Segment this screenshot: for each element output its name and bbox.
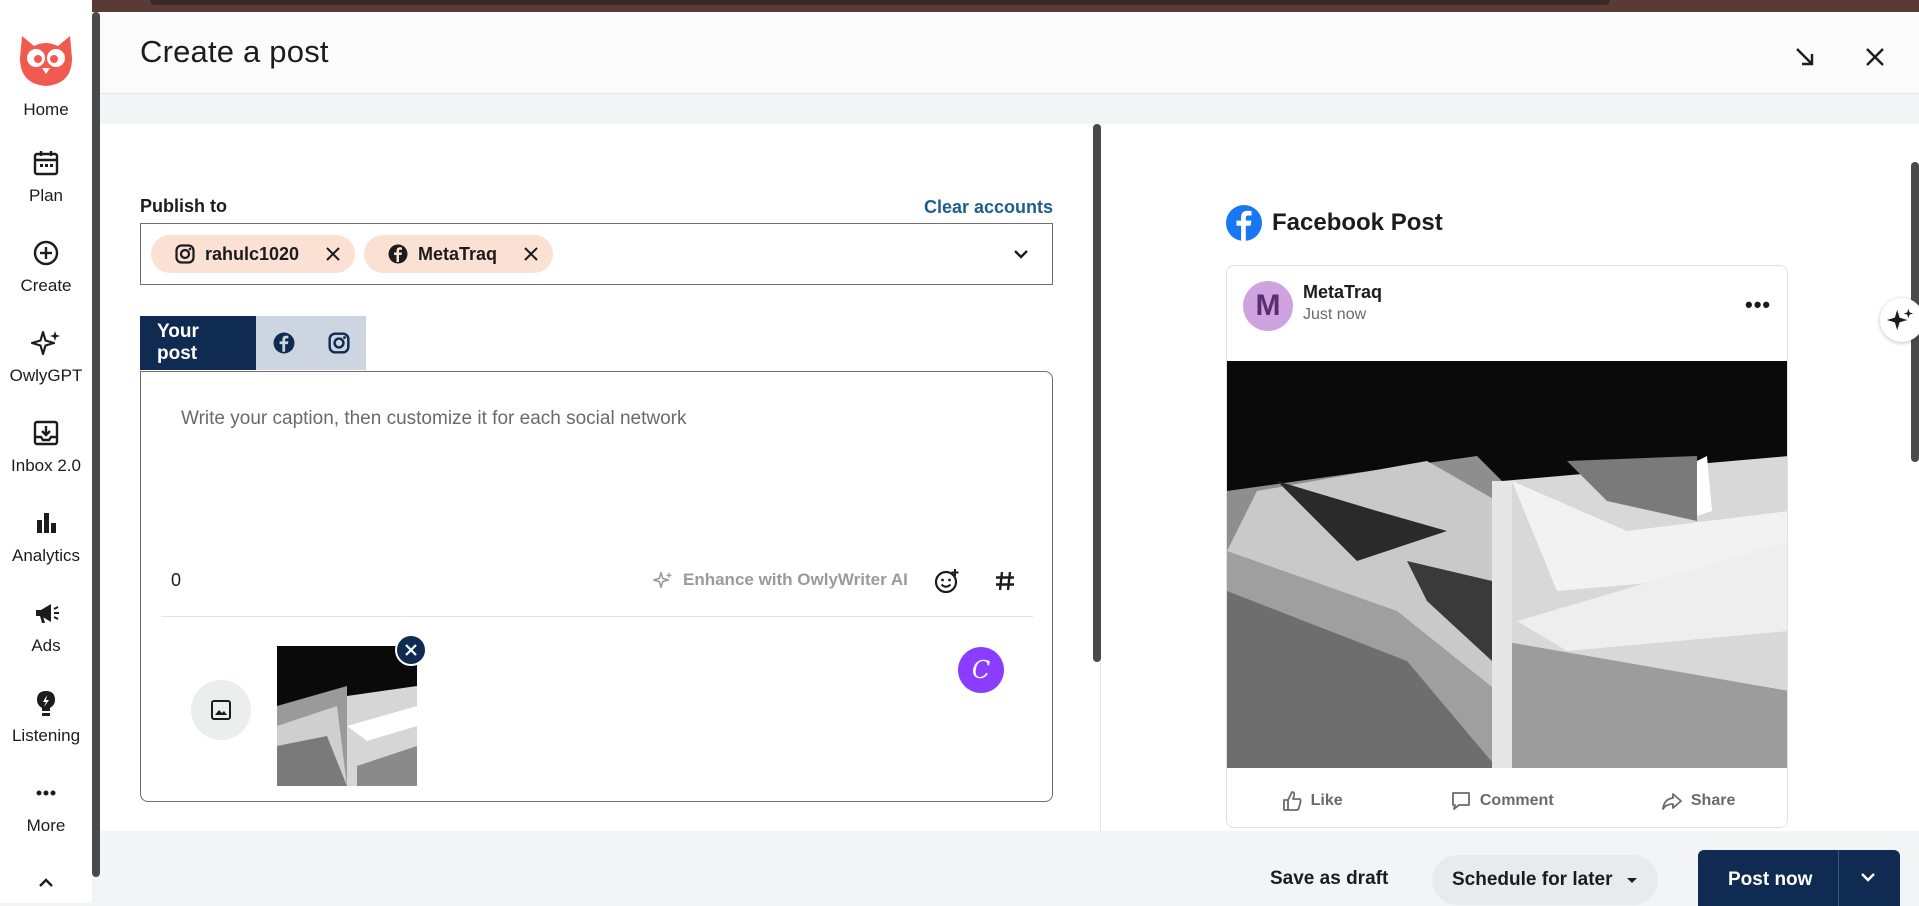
- sidebar-scrollbar[interactable]: [92, 12, 100, 877]
- enhance-owlywriter-button[interactable]: Enhance with OwlyWriter AI: [653, 570, 908, 590]
- megaphone-icon: [36, 604, 59, 623]
- facebook-post-preview: M MetaTraq Just now ••• Like Comment Sha…: [1226, 265, 1788, 828]
- facebook-icon: [1226, 205, 1262, 241]
- sidebar-item-ads[interactable]: Ads: [0, 598, 92, 656]
- sidebar-item-label: OwlyGPT: [9, 366, 83, 385]
- sidebar-item-owlygpt[interactable]: OwlyGPT: [0, 328, 92, 386]
- emoji-icon[interactable]: [934, 568, 960, 594]
- publish-to-label: Publish to: [140, 196, 227, 216]
- editor-scrollbar[interactable]: [1093, 124, 1101, 662]
- minimize-icon[interactable]: [1790, 42, 1820, 72]
- calendar-icon: [33, 151, 59, 176]
- post-now-label: Post now: [1728, 869, 1813, 890]
- ai-assistant-button[interactable]: [1880, 298, 1919, 342]
- clear-accounts-link[interactable]: Clear accounts: [924, 197, 1053, 218]
- share-label: Share: [1690, 792, 1736, 809]
- sidebar: Home Plan Create OwlyGPT Inbox 2.0 Analy…: [0, 0, 92, 903]
- account-chip-label: MetaTraq: [418, 243, 498, 264]
- sidebar-item-label: Home: [23, 100, 69, 119]
- account-chip-instagram[interactable]: rahulc1020: [151, 235, 356, 273]
- like-button[interactable]: Like: [1281, 790, 1343, 812]
- button-divider: [1838, 850, 1839, 906]
- lightbulb-icon: [37, 691, 55, 716]
- remove-account-icon[interactable]: [523, 246, 539, 262]
- plus-circle-icon: [33, 240, 59, 266]
- sidebar-item-label: Analytics: [11, 546, 81, 565]
- editor-separator: [161, 616, 1033, 617]
- account-selector[interactable]: rahulc1020 MetaTraq: [140, 223, 1053, 285]
- owl-logo-icon[interactable]: [14, 28, 78, 90]
- sidebar-item-inbox[interactable]: Inbox 2.0: [0, 418, 92, 476]
- account-chip-label: rahulc1020: [205, 243, 300, 264]
- modal-header: Create a post: [100, 12, 1919, 94]
- avatar: M: [1243, 281, 1293, 331]
- sidebar-item-label: More: [26, 816, 66, 835]
- chevron-up-icon[interactable]: [36, 876, 56, 890]
- sparkle-icon: [31, 330, 60, 356]
- schedule-later-button[interactable]: Schedule for later: [1432, 855, 1658, 905]
- remove-media-button[interactable]: [395, 634, 427, 666]
- close-icon: [405, 644, 417, 656]
- page-title: Create a post: [140, 34, 329, 69]
- media-thumbnail[interactable]: [277, 646, 417, 786]
- facebook-icon: [273, 332, 294, 354]
- sidebar-item-label: Create: [20, 276, 72, 295]
- tab-facebook[interactable]: [256, 316, 311, 370]
- add-media-button[interactable]: [191, 680, 251, 740]
- close-icon[interactable]: [1860, 42, 1890, 72]
- sidebar-item-listening[interactable]: Listening: [0, 688, 92, 746]
- tab-instagram[interactable]: [311, 316, 366, 370]
- sidebar-item-label: Ads: [31, 636, 61, 655]
- page-name: MetaTraq: [1303, 282, 1383, 302]
- instagram-icon: [327, 332, 350, 354]
- sidebar-item-label: Inbox 2.0: [11, 456, 81, 475]
- character-count: 0: [171, 570, 182, 590]
- chevron-down-icon[interactable]: [1013, 248, 1029, 260]
- more-options-icon[interactable]: •••: [1745, 292, 1771, 318]
- caption-input[interactable]: Write your caption, then customize it fo…: [181, 408, 687, 430]
- like-icon: [1282, 791, 1302, 811]
- chevron-down-icon[interactable]: [1858, 870, 1878, 886]
- post-actions: Like Comment Share: [1227, 781, 1787, 821]
- like-label: Like: [1310, 792, 1343, 809]
- inbox-icon: [33, 420, 59, 446]
- tab-your-post[interactable]: Your post: [140, 316, 256, 370]
- instagram-icon: [175, 244, 195, 264]
- sidebar-item-create[interactable]: Create: [0, 238, 92, 296]
- hashtag-icon[interactable]: [994, 570, 1016, 592]
- browser-top-strip: [0, 0, 1919, 12]
- post-now-button[interactable]: Post now: [1698, 850, 1900, 906]
- top-bar: [150, 0, 1610, 5]
- facebook-icon: [388, 244, 408, 264]
- sidebar-item-more[interactable]: More: [0, 778, 92, 836]
- caret-down-icon: [1626, 877, 1637, 883]
- save-draft-button[interactable]: Save as draft: [1270, 868, 1388, 890]
- sidebar-item-label: Plan: [28, 186, 64, 205]
- comment-label: Comment: [1479, 792, 1554, 809]
- sparkle-icon: [1886, 308, 1914, 331]
- share-button[interactable]: Share: [1661, 790, 1735, 812]
- preview-header: Facebook Post: [1226, 205, 1443, 241]
- preview-title: Facebook Post: [1272, 209, 1443, 236]
- share-icon: [1661, 793, 1682, 810]
- sparkle-icon: [653, 571, 673, 589]
- comment-button[interactable]: Comment: [1450, 790, 1554, 812]
- post-tabs: Your post: [140, 316, 366, 370]
- post-time: Just now: [1303, 306, 1367, 323]
- account-chip-facebook[interactable]: MetaTraq: [364, 235, 554, 273]
- bar-chart-icon: [37, 513, 56, 533]
- sidebar-item-analytics[interactable]: Analytics: [0, 508, 92, 566]
- sidebar-item-home[interactable]: Home: [0, 100, 92, 120]
- image-icon: [211, 700, 231, 720]
- caption-editor: Write your caption, then customize it fo…: [140, 371, 1053, 802]
- ellipsis-icon: [36, 790, 56, 796]
- sidebar-item-plan[interactable]: Plan: [0, 148, 92, 206]
- enhance-label: Enhance with OwlyWriter AI: [683, 570, 908, 589]
- canva-button[interactable]: C: [958, 647, 1004, 693]
- post-image: [1227, 361, 1787, 768]
- sidebar-item-label: Listening: [11, 726, 81, 745]
- remove-account-icon[interactable]: [325, 246, 341, 262]
- comment-icon: [1451, 792, 1470, 810]
- schedule-label: Schedule for later: [1452, 869, 1613, 890]
